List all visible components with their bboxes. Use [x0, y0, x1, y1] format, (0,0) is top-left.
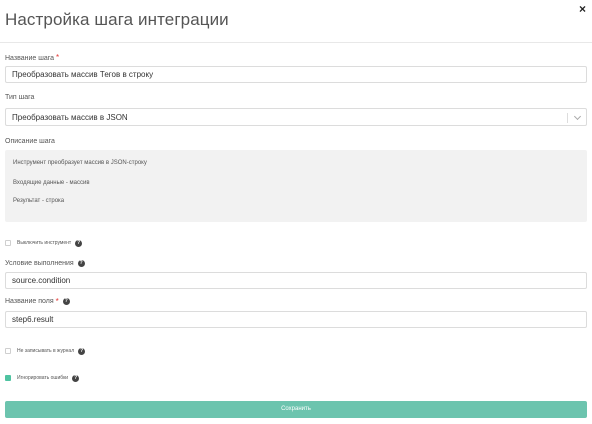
ignore-errors-row: Игнорировать ошибки ?: [5, 373, 80, 383]
condition-input[interactable]: [5, 272, 587, 289]
disable-tool-checkbox[interactable]: [5, 240, 11, 246]
disable-tool-label: Выключить инструмент: [17, 240, 72, 246]
condition-label: Условие выполнения ?: [5, 259, 85, 268]
step-name-label-text: Название шага: [5, 55, 55, 62]
description-label: Описание шага: [5, 138, 55, 145]
chevron-down-icon[interactable]: [573, 112, 582, 121]
field-name-input[interactable]: [5, 311, 587, 328]
step-type-value: Преобразовать массив в JSON: [12, 113, 128, 122]
description-line: Входящие данные - массив: [13, 180, 90, 186]
required-mark: *: [56, 53, 60, 62]
step-name-label: Название шага *: [5, 53, 59, 63]
description-line: Инструмент преобразует массив в JSON-стр…: [13, 160, 147, 166]
help-icon[interactable]: ?: [75, 239, 83, 247]
header-divider: [0, 42, 592, 43]
ignore-errors-label: Игнорировать ошибки: [17, 375, 69, 381]
help-icon[interactable]: ?: [62, 298, 70, 305]
disable-tool-row: Выключить инструмент ?: [5, 238, 83, 248]
step-name-input[interactable]: [5, 66, 587, 83]
description-line: Результат - строка: [13, 198, 65, 204]
field-name-label: Название поля * ?: [5, 297, 70, 306]
save-button[interactable]: Сохранить: [5, 401, 587, 418]
step-type-label: Тип шага: [5, 94, 35, 101]
modal-title: Настройка шага интеграции: [5, 10, 229, 29]
required-mark: *: [55, 297, 59, 306]
no-log-row: Не записывать в журнал ?: [5, 346, 86, 356]
select-separator: [567, 113, 568, 123]
condition-label-text: Условие выполнения: [5, 260, 74, 267]
help-icon[interactable]: ?: [72, 374, 80, 382]
help-icon[interactable]: ?: [78, 347, 86, 355]
description-box: Инструмент преобразует массив в JSON-стр…: [5, 150, 587, 222]
help-icon[interactable]: ?: [77, 260, 85, 267]
no-log-checkbox[interactable]: [5, 348, 11, 354]
field-name-label-text: Название поля: [5, 298, 54, 305]
close-icon[interactable]: ×: [579, 3, 586, 15]
step-type-select[interactable]: Преобразовать массив в JSON: [5, 108, 587, 126]
ignore-errors-checkbox[interactable]: [5, 375, 11, 381]
no-log-label: Не записывать в журнал: [17, 348, 75, 354]
